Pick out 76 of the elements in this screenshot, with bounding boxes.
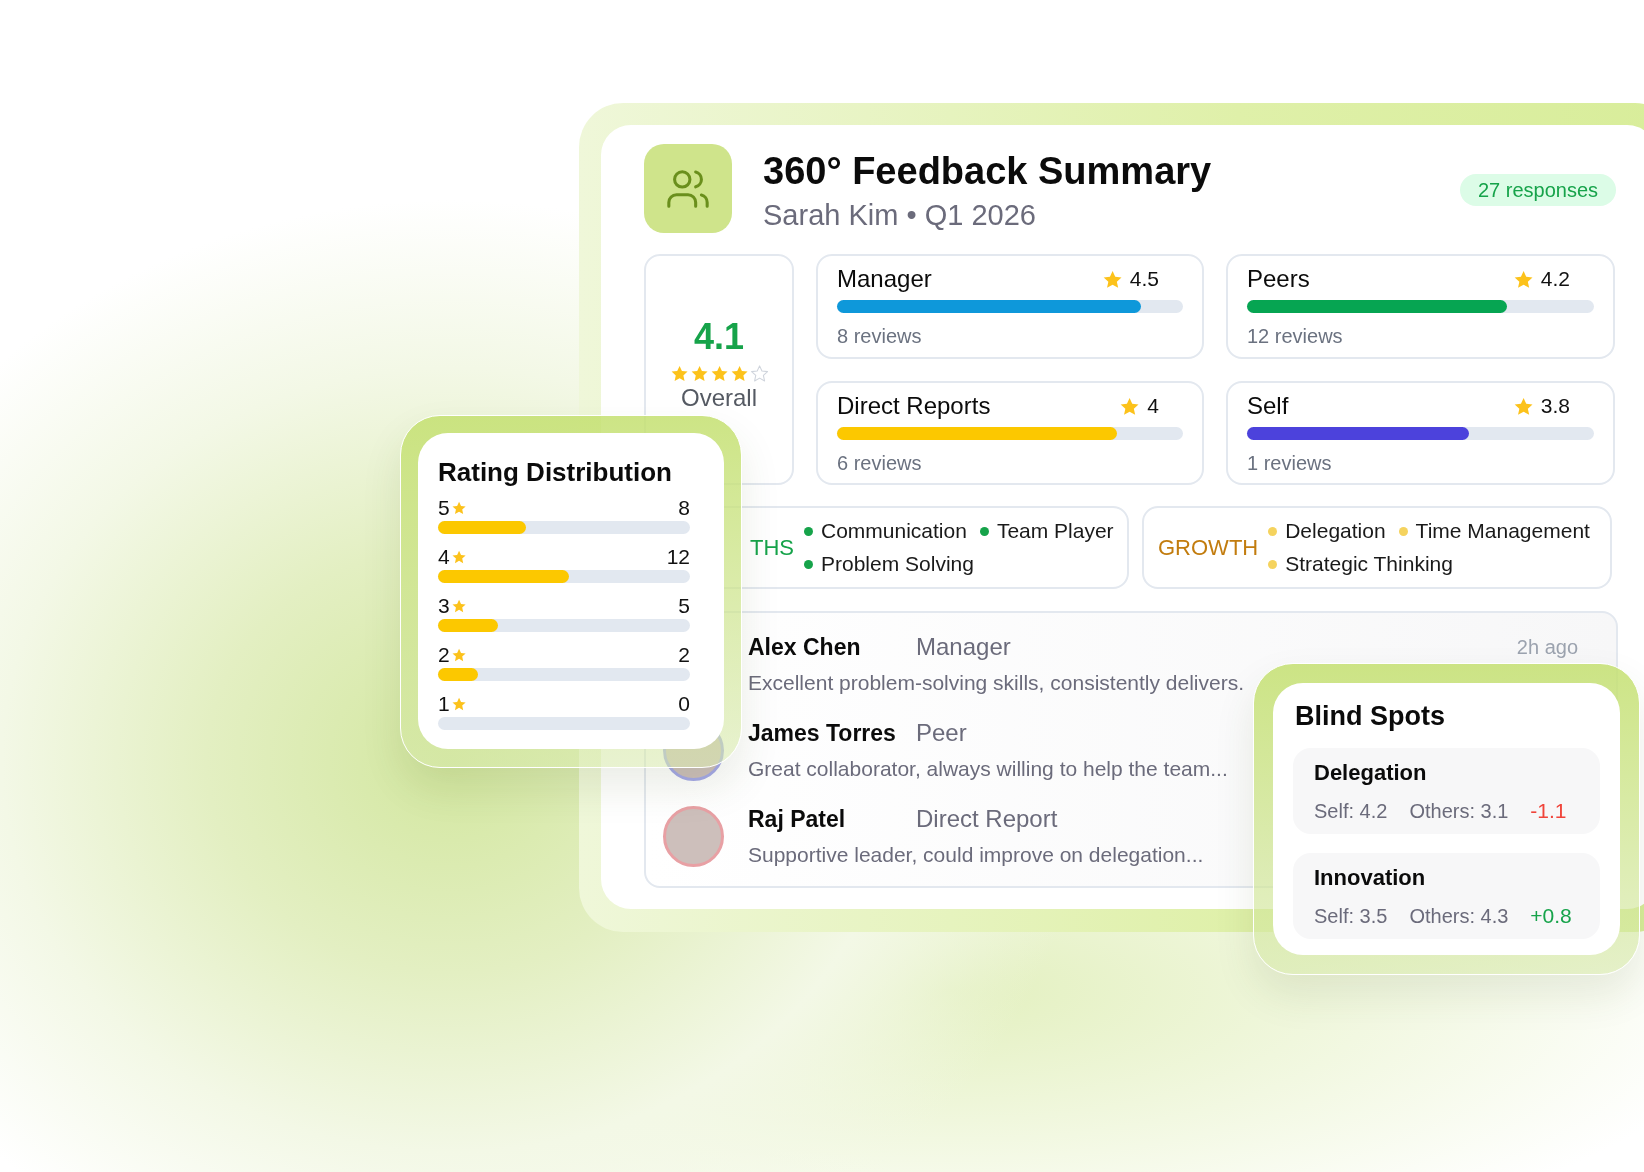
rating-count: 0 — [678, 692, 690, 716]
category-name: Direct Reports — [837, 391, 991, 421]
category-rating: 4.2 — [1540, 266, 1570, 292]
overall-score: 4.1 — [693, 317, 744, 357]
rating-count: 5 — [678, 594, 690, 618]
rating-count: 8 — [678, 496, 690, 520]
category-rating: 3.8 — [1540, 393, 1570, 419]
rating-label: 4 — [438, 545, 450, 569]
star-icon — [451, 648, 466, 662]
category-name: Peers — [1247, 264, 1310, 294]
star-icon — [451, 697, 466, 711]
category-rating: 4.5 — [1129, 266, 1159, 292]
rating-label: 1 — [438, 692, 450, 716]
star-outline-icon — [750, 365, 768, 382]
rating-label: 2 — [438, 643, 450, 667]
reviewer-role: Manager — [916, 633, 1011, 661]
others-score: Others: 4.3 — [1409, 904, 1509, 928]
star-icon — [1513, 269, 1533, 289]
reviewer-role: Direct Report — [916, 805, 1058, 833]
bullet-icon — [804, 526, 813, 536]
reviewer-role: Peer — [916, 719, 967, 747]
others-score: Others: 3.1 — [1409, 799, 1509, 823]
feedback-comment: Supportive leader, could improve on delegation... — [748, 842, 1204, 868]
overall-label: Overall — [681, 385, 757, 411]
theme-item: Team Player — [996, 518, 1114, 544]
category-rating: 4 — [1147, 393, 1159, 419]
page-title: 360° Feedback Summary — [763, 149, 1212, 193]
score-gap: +0.8 — [1530, 904, 1572, 928]
rating-label: 3 — [438, 594, 450, 618]
star-icon — [451, 599, 466, 613]
star-icon — [690, 365, 708, 382]
theme-item: Delegation — [1285, 518, 1386, 544]
star-icon — [1102, 269, 1122, 289]
feedback-comment: Excellent problem-solving skills, consistently delivers. — [748, 670, 1245, 696]
card-title: Blind Spots — [1295, 700, 1445, 732]
users-icon — [644, 144, 732, 233]
responses-badge: 27 responses — [1459, 174, 1616, 206]
rating-label: 5 — [438, 496, 450, 520]
bullet-icon — [979, 526, 989, 536]
bullet-icon — [1268, 559, 1278, 569]
bullet-icon — [1398, 526, 1408, 536]
rating-count: 12 — [666, 545, 690, 569]
theme-item: Problem Solving — [821, 551, 974, 577]
feedback-comment: Great collaborator, always willing to help the team... — [748, 756, 1228, 782]
star-icon — [451, 550, 466, 564]
reviewer-name: Raj Patel — [748, 805, 847, 833]
theme-label: THS — [750, 534, 794, 561]
star-icon — [1120, 396, 1140, 416]
theme-label: GROWTH — [1158, 534, 1259, 561]
score-gap: -1.1 — [1530, 799, 1567, 823]
review-count: 12 reviews — [1247, 324, 1343, 349]
theme-item: Time Management — [1415, 518, 1590, 544]
review-count: 8 reviews — [837, 324, 922, 349]
reviewer-name: James Torres — [748, 719, 897, 747]
star-icon — [1513, 396, 1533, 416]
star-icon — [710, 365, 728, 382]
review-count: 6 reviews — [837, 451, 922, 476]
self-score: Self: 3.5 — [1314, 904, 1388, 928]
star-icon — [451, 501, 466, 515]
bullet-icon — [804, 559, 813, 569]
category-name: Self — [1247, 391, 1289, 421]
self-score: Self: 4.2 — [1314, 799, 1388, 823]
feedback-time: 2h ago — [1516, 635, 1578, 660]
star-icon — [730, 365, 748, 382]
bullet-icon — [1268, 526, 1278, 536]
skill-name: Delegation — [1314, 759, 1427, 787]
star-icon — [670, 365, 688, 382]
skill-name: Innovation — [1314, 864, 1426, 892]
rating-count: 2 — [678, 643, 690, 667]
category-name: Manager — [837, 264, 932, 294]
subtitle: Sarah Kim • Q1 2026 — [763, 198, 1036, 232]
reviewer-name: Alex Chen — [748, 633, 862, 661]
review-count: 1 reviews — [1247, 451, 1332, 476]
card-title: Rating Distribution — [438, 456, 672, 488]
theme-item: Strategic Thinking — [1285, 551, 1453, 577]
theme-item: Communication — [821, 518, 967, 544]
